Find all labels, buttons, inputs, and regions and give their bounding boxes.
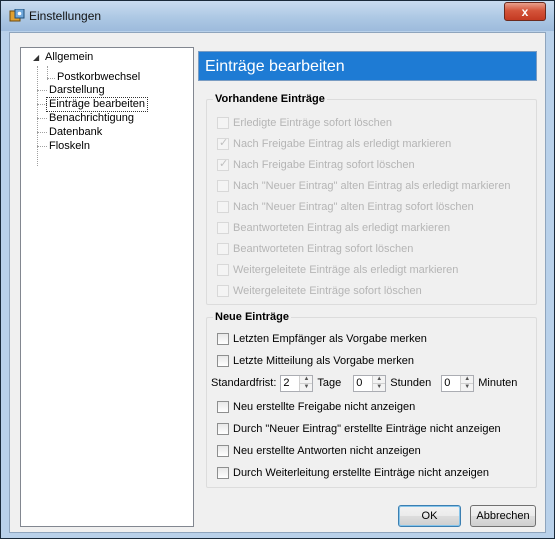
spin-up-icon[interactable]: ▲ xyxy=(373,375,386,383)
cb-hide-new[interactable]: Durch "Neuer Eintrag" erstellte Einträge… xyxy=(217,422,501,436)
cb-answered-mark-done[interactable]: Beantworteten Eintrag als erledigt marki… xyxy=(217,221,450,235)
minutes-spinner[interactable]: 0 ▲ ▼ xyxy=(441,374,475,392)
checkbox-label: Beantworteten Eintrag als erledigt marki… xyxy=(233,222,451,234)
days-value[interactable]: 2 xyxy=(281,376,299,391)
cb-forwarded-delete[interactable]: Weitergeleitete Einträge sofort löschen xyxy=(217,284,422,298)
checkbox[interactable] xyxy=(217,180,229,192)
spin-down-icon[interactable]: ▼ xyxy=(300,382,313,391)
cb-new-delete-old[interactable]: Nach "Neuer Eintrag" alten Eintrag sofor… xyxy=(217,200,474,214)
window-title: Einstellungen xyxy=(29,9,102,23)
cb-delete-done[interactable]: Erledigte Einträge sofort löschen xyxy=(217,116,392,130)
ok-button[interactable]: OK xyxy=(398,505,461,527)
checkbox-label: Letzten Empfänger als Vorgabe merken xyxy=(233,333,427,345)
cb-answered-delete[interactable]: Beantworteten Eintrag sofort löschen xyxy=(217,242,413,256)
checkbox-label: Weitergeleitete Einträge als erledigt ma… xyxy=(233,264,459,276)
checkbox-label: Neu erstellte Freigabe nicht anzeigen xyxy=(233,401,416,413)
checkbox[interactable] xyxy=(217,157,229,171)
cb-hide-forwarded[interactable]: Durch Weiterleitung erstellte Einträge n… xyxy=(217,466,489,480)
checkbox[interactable] xyxy=(217,243,229,255)
close-button[interactable]: x xyxy=(504,2,546,21)
cb-release-mark-done[interactable]: Nach Freigabe Eintrag als erledigt marki… xyxy=(217,136,452,151)
cancel-button[interactable]: Abbrechen xyxy=(470,505,536,527)
existing-entries-title: Vorhandene Einträge xyxy=(213,93,327,105)
hours-spinner[interactable]: 0 ▲ ▼ xyxy=(353,374,387,392)
checkbox[interactable] xyxy=(217,423,229,435)
checkbox-label: Beantworteten Eintrag sofort löschen xyxy=(233,243,414,255)
page-header: Einträge bearbeiten xyxy=(198,51,537,81)
tree-item-allgemein[interactable]: Allgemein xyxy=(45,51,93,64)
checkbox[interactable] xyxy=(217,285,229,297)
spin-down-icon[interactable]: ▼ xyxy=(373,382,386,391)
tree-item-postkorbwechsel[interactable]: Postkorbwechsel xyxy=(57,71,140,84)
collapse-arrow-icon[interactable]: ◢ xyxy=(33,54,41,62)
tree-item-darstellung[interactable]: Darstellung xyxy=(49,84,105,97)
checkbox-label: Durch "Neuer Eintrag" erstellte Einträge… xyxy=(233,423,501,435)
minutes-unit: Minuten xyxy=(478,377,518,389)
checkbox[interactable] xyxy=(217,222,229,234)
checkbox[interactable] xyxy=(217,467,229,479)
settings-page: Einträge bearbeiten Vorhandene Einträge … xyxy=(198,47,539,527)
spin-down-icon[interactable]: ▼ xyxy=(461,382,474,391)
checkbox[interactable] xyxy=(217,333,229,345)
title-bar[interactable]: Einstellungen x xyxy=(1,1,554,31)
hours-unit: Stunden xyxy=(390,377,432,389)
settings-window: Einstellungen x ◢ Allgemein Postkorbwech… xyxy=(0,0,555,539)
checkbox[interactable] xyxy=(217,136,229,150)
cb-remember-message[interactable]: Letzte Mitteilung als Vorgabe merken xyxy=(217,354,414,368)
cb-forwarded-mark-done[interactable]: Weitergeleitete Einträge als erledigt ma… xyxy=(217,263,458,277)
tree-item-datenbank[interactable]: Datenbank xyxy=(49,126,102,139)
close-icon: x xyxy=(521,4,529,19)
spin-up-icon[interactable]: ▲ xyxy=(300,375,313,383)
checkbox-label: Nach "Neuer Eintrag" alten Eintrag als e… xyxy=(233,180,511,192)
checkbox-label: Nach Freigabe Eintrag als erledigt marki… xyxy=(233,138,452,150)
cb-hide-release[interactable]: Neu erstellte Freigabe nicht anzeigen xyxy=(217,400,415,414)
checkbox[interactable] xyxy=(217,201,229,213)
checkbox[interactable] xyxy=(217,445,229,457)
checkbox[interactable] xyxy=(217,117,229,129)
cb-remember-recipient[interactable]: Letzten Empfänger als Vorgabe merken xyxy=(217,332,427,346)
tree-item-floskeln[interactable]: Floskeln xyxy=(49,140,90,153)
cb-new-mark-old-done[interactable]: Nach "Neuer Eintrag" alten Eintrag als e… xyxy=(217,179,510,193)
minutes-value[interactable]: 0 xyxy=(442,376,460,391)
checkbox[interactable] xyxy=(217,401,229,413)
checkbox-label: Weitergeleitete Einträge sofort löschen xyxy=(233,285,422,297)
existing-entries-group: Vorhandene Einträge Erledigte Einträge s… xyxy=(206,93,537,305)
new-entries-title: Neue Einträge xyxy=(213,311,291,323)
checkbox-label: Letzte Mitteilung als Vorgabe merken xyxy=(233,355,414,367)
default-deadline-row: Standardfrist: 2 ▲ ▼ Tage 0 ▲ ▼ Stunden 0 … xyxy=(211,374,517,392)
checkbox-label: Neu erstellte Antworten nicht anzeigen xyxy=(233,445,421,457)
cb-release-delete[interactable]: Nach Freigabe Eintrag sofort löschen xyxy=(217,157,415,172)
cb-hide-answers[interactable]: Neu erstellte Antworten nicht anzeigen xyxy=(217,444,421,458)
dialog-body: ◢ Allgemein Postkorbwechsel Darstellung … xyxy=(9,32,546,533)
settings-tree[interactable]: ◢ Allgemein Postkorbwechsel Darstellung … xyxy=(20,47,194,527)
checkbox[interactable] xyxy=(217,355,229,367)
hours-value[interactable]: 0 xyxy=(354,376,372,391)
spin-up-icon[interactable]: ▲ xyxy=(461,375,474,383)
checkbox-label: Erledigte Einträge sofort löschen xyxy=(233,117,392,129)
days-unit: Tage xyxy=(317,377,342,389)
tree-item-eintraege-bearbeiten[interactable]: Einträge bearbeiten xyxy=(45,97,149,112)
new-entries-group: Neue Einträge Letzten Empfänger als Vorg… xyxy=(206,311,537,488)
checkbox[interactable] xyxy=(217,264,229,276)
deadline-label: Standardfrist: xyxy=(211,377,277,389)
days-spinner[interactable]: 2 ▲ ▼ xyxy=(280,374,314,392)
checkbox-label: Nach "Neuer Eintrag" alten Eintrag sofor… xyxy=(233,201,474,213)
settings-app-icon xyxy=(9,9,25,22)
tree-item-benachrichtigung[interactable]: Benachrichtigung xyxy=(49,112,134,125)
checkbox-label: Durch Weiterleitung erstellte Einträge n… xyxy=(233,467,489,479)
checkbox-label: Nach Freigabe Eintrag sofort löschen xyxy=(233,159,415,171)
